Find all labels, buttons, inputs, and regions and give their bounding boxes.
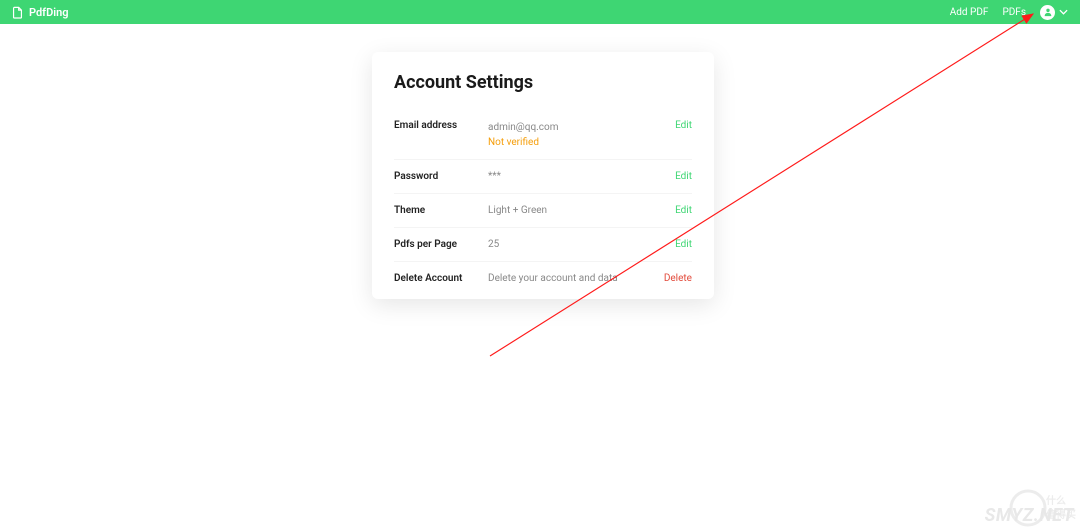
user-menu-toggle[interactable] (1040, 5, 1068, 20)
theme-value: Light + Green (488, 203, 665, 218)
row-pdfs-per-page: Pdfs per Page 25 Edit (394, 228, 692, 262)
theme-label: Theme (394, 205, 488, 216)
avatar-icon (1040, 5, 1055, 20)
pdfs-per-page-value: 25 (488, 237, 665, 252)
chevron-down-icon (1059, 9, 1068, 15)
email-label: Email address (394, 120, 488, 131)
email-edit-button[interactable]: Edit (675, 120, 692, 131)
row-password: Password *** Edit (394, 160, 692, 194)
document-icon (12, 6, 23, 19)
delete-account-button[interactable]: Delete (664, 273, 692, 284)
pdfs-per-page-label: Pdfs per Page (394, 239, 488, 250)
header-right: Add PDF PDFs (950, 5, 1068, 20)
pdfs-per-page-edit-button[interactable]: Edit (675, 239, 692, 250)
delete-account-value: Delete your account and data (488, 271, 654, 286)
page-title: Account Settings (394, 72, 692, 93)
nav-add-pdf[interactable]: Add PDF (950, 7, 989, 18)
delete-account-label: Delete Account (394, 273, 488, 284)
brand-name[interactable]: PdfDing (29, 6, 69, 19)
email-value-group: admin@qq.com Not verified (488, 120, 665, 150)
row-theme: Theme Light + Green Edit (394, 194, 692, 228)
password-label: Password (394, 171, 488, 182)
row-email: Email address admin@qq.com Not verified … (394, 111, 692, 160)
header-left: PdfDing (12, 6, 69, 19)
nav-pdfs[interactable]: PDFs (1002, 7, 1026, 18)
settings-card: Account Settings Email address admin@qq.… (372, 52, 714, 299)
row-delete-account: Delete Account Delete your account and d… (394, 262, 692, 295)
password-value: *** (488, 169, 665, 184)
theme-edit-button[interactable]: Edit (675, 205, 692, 216)
header-bar: PdfDing Add PDF PDFs (0, 0, 1080, 24)
email-value: admin@qq.com (488, 120, 665, 135)
password-edit-button[interactable]: Edit (675, 171, 692, 182)
email-verified-status: Not verified (488, 135, 665, 150)
watermark-text: SMYZ.NET (985, 505, 1074, 526)
